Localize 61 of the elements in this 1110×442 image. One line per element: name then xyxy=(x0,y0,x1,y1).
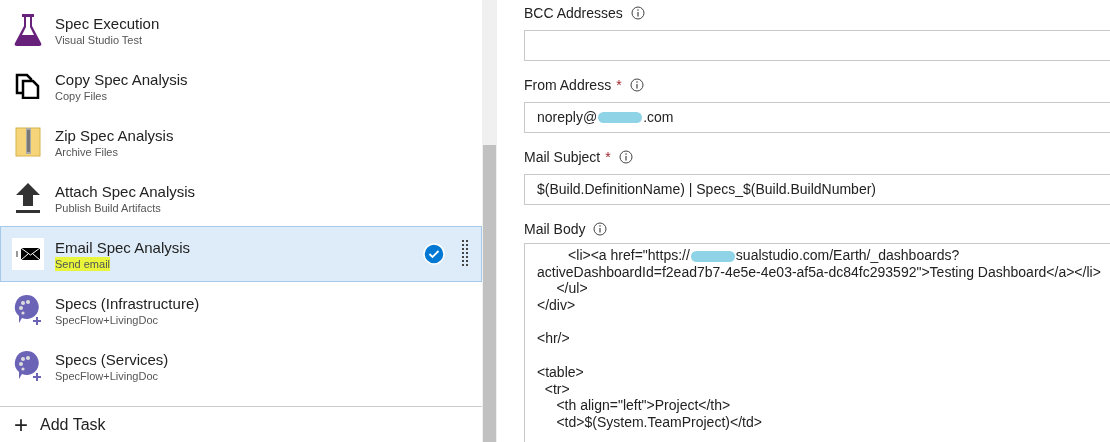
code-line-text: <th align="left">Project</th> xyxy=(555,397,731,414)
task-item[interactable]: Copy Spec Analysis Copy Files xyxy=(0,58,482,114)
code-line-text: </div> xyxy=(537,297,576,314)
task-title: Spec Execution xyxy=(55,13,161,33)
field-value-text: .com xyxy=(643,108,674,127)
task-item[interactable]: Spec Execution Visual Studio Test xyxy=(0,2,482,58)
code-line-text: <li><a href="https:// xyxy=(567,247,690,263)
task-item[interactable]: Specs (Infrastructure) SpecFlow+LivingDoc xyxy=(0,282,482,338)
drag-handle-icon[interactable] xyxy=(461,240,469,268)
field-label: BCC Addresses xyxy=(524,3,623,23)
task-title: Zip Spec Analysis xyxy=(55,125,175,145)
code-line-text: <table> xyxy=(537,363,584,380)
redaction-mark xyxy=(598,112,643,123)
text-field[interactable]: $(Build.DefinitionName) | Specs_$(Build.BuildNumber) xyxy=(524,174,1110,205)
task-item[interactable]: Email Spec Analysis Send email xyxy=(0,226,482,282)
required-mark: * xyxy=(605,147,611,167)
envelope-icon xyxy=(12,238,44,270)
mail-body-textarea[interactable] xyxy=(524,243,1110,442)
info-icon xyxy=(618,150,633,164)
field-label: Mail Subject xyxy=(524,147,601,167)
redaction-mark xyxy=(690,250,735,262)
task-item[interactable]: Attach Spec Analysis Publish Build Artifacts xyxy=(0,170,482,226)
task-title: Specs (Services) xyxy=(55,349,170,369)
task-subtitle: Archive Files xyxy=(55,144,118,159)
text-field[interactable] xyxy=(524,30,1110,61)
scrollbar[interactable] xyxy=(482,0,497,442)
zipper-folder-icon xyxy=(15,127,41,157)
field-value-text: $(Build.DefinitionName) | Specs_$(Build.BuildNumber) xyxy=(537,180,876,199)
code-line-text: <tr> xyxy=(543,380,570,397)
speech-bubble-plus-icon xyxy=(13,294,43,326)
task-title: Specs (Infrastructure) xyxy=(55,293,201,313)
field-label: From Address xyxy=(524,75,612,95)
task-title: Attach Spec Analysis xyxy=(55,181,197,201)
required-mark: * xyxy=(616,75,622,95)
code-line-text: <hr/> xyxy=(537,330,570,347)
field-value-text: noreply@ xyxy=(537,108,598,127)
task-item[interactable]: Specs (Services) SpecFlow+LivingDoc xyxy=(0,338,482,394)
info-icon xyxy=(630,6,645,20)
info-icon xyxy=(629,78,644,92)
code-line-text: sualstudio.com/Earth/_dashboards? xyxy=(735,247,960,263)
text-field[interactable]: noreply@ .com xyxy=(524,102,1110,133)
code-line-text: activeDashboardId=f2ead7b7-4e5e-4e03-af5a-dc84fc293592">Testing Dashboard</a></li> xyxy=(537,263,1101,280)
task-item[interactable]: Zip Spec Analysis Archive Files xyxy=(0,114,482,170)
flask-icon xyxy=(14,13,42,47)
speech-bubble-plus-icon xyxy=(13,350,43,382)
upload-icon xyxy=(15,182,41,214)
field-label: Mail Body xyxy=(524,219,586,239)
copy-icon xyxy=(15,73,41,99)
task-subtitle: Visual Studio Test xyxy=(55,32,143,47)
check-circle-icon xyxy=(423,243,445,265)
task-subtitle: Copy Files xyxy=(55,88,107,103)
code-line-text: </ul> xyxy=(555,280,588,297)
code-line-text: <td>$(System.TeamProject)</td> xyxy=(555,413,762,430)
task-subtitle: Send email xyxy=(55,256,111,271)
task-title: Copy Spec Analysis xyxy=(55,69,189,89)
task-subtitle: SpecFlow+LivingDoc xyxy=(55,312,159,327)
add-task-button[interactable]: + Add Task xyxy=(14,412,106,437)
info-icon xyxy=(593,222,608,236)
task-title: Email Spec Analysis xyxy=(55,237,192,257)
task-subtitle: SpecFlow+LivingDoc xyxy=(55,368,159,383)
task-subtitle: Publish Build Artifacts xyxy=(55,200,161,215)
